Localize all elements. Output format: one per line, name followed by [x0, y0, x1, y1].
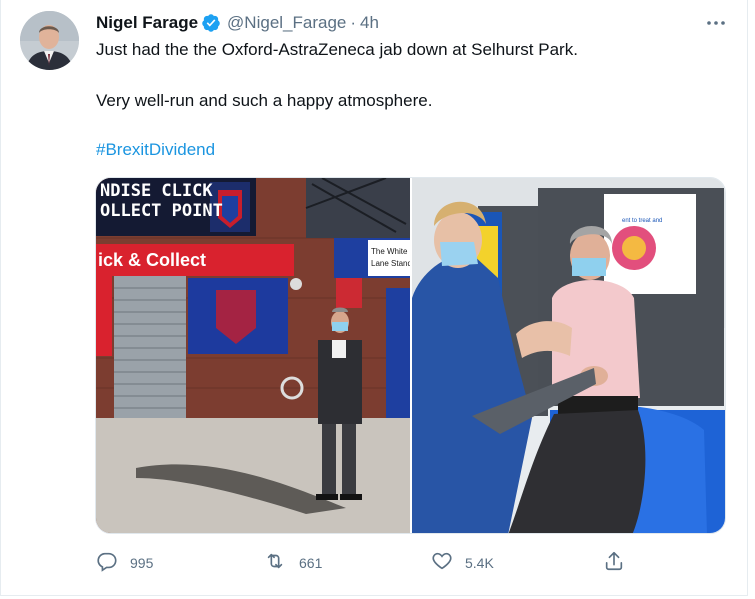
reply-icon: [96, 550, 118, 577]
store-sign-text: OLLECT POINT: [100, 201, 223, 221]
separator-dot: ·: [350, 13, 357, 32]
like-icon: [431, 550, 453, 577]
like-count: 5.4K: [465, 555, 494, 571]
author-name[interactable]: Nigel Farage: [96, 13, 198, 33]
tweet-card: Nigel Farage @Nigel_Farage · 4h Just had…: [0, 0, 748, 596]
stand-sign-text: The White: [371, 247, 408, 256]
action-bar: 995 661 5.4K: [1, 548, 749, 578]
photo-vaccination[interactable]: ent to treat and: [412, 178, 725, 533]
retweet-button[interactable]: 661: [263, 548, 322, 578]
avatar-photo: [20, 11, 79, 70]
like-button[interactable]: 5.4K: [431, 548, 494, 578]
tweet-text-line: Very well-run and such a happy atmospher…: [96, 91, 433, 110]
retweet-count: 661: [299, 555, 323, 571]
author-handle[interactable]: @Nigel_Farage: [227, 13, 346, 33]
red-banner-text: ick & Collect: [98, 250, 206, 270]
verified-badge-icon: [201, 13, 221, 33]
media-grid: NDISE CLICK OLLECT POINT ick & Collect T…: [95, 177, 726, 534]
reply-button[interactable]: 995: [96, 548, 153, 578]
stand-sign-text: Lane Stand: [371, 259, 410, 268]
poster-text: ent to treat and: [622, 218, 662, 224]
tweet-header: Nigel Farage @Nigel_Farage · 4h: [96, 12, 379, 34]
share-button[interactable]: [603, 548, 625, 578]
retweet-icon: [263, 550, 287, 577]
more-dots-icon[interactable]: [703, 10, 729, 36]
timestamp[interactable]: 4h: [360, 13, 379, 33]
reply-count: 995: [130, 555, 154, 571]
tweet-text-line: Just had the the Oxford-AstraZeneca jab …: [96, 40, 578, 59]
hashtag-link[interactable]: #BrexitDividend: [96, 140, 215, 160]
avatar[interactable]: [20, 11, 79, 70]
photo-stadium-exterior[interactable]: NDISE CLICK OLLECT POINT ick & Collect T…: [96, 178, 410, 533]
share-icon: [603, 550, 625, 577]
store-sign-text: NDISE CLICK: [100, 181, 213, 201]
